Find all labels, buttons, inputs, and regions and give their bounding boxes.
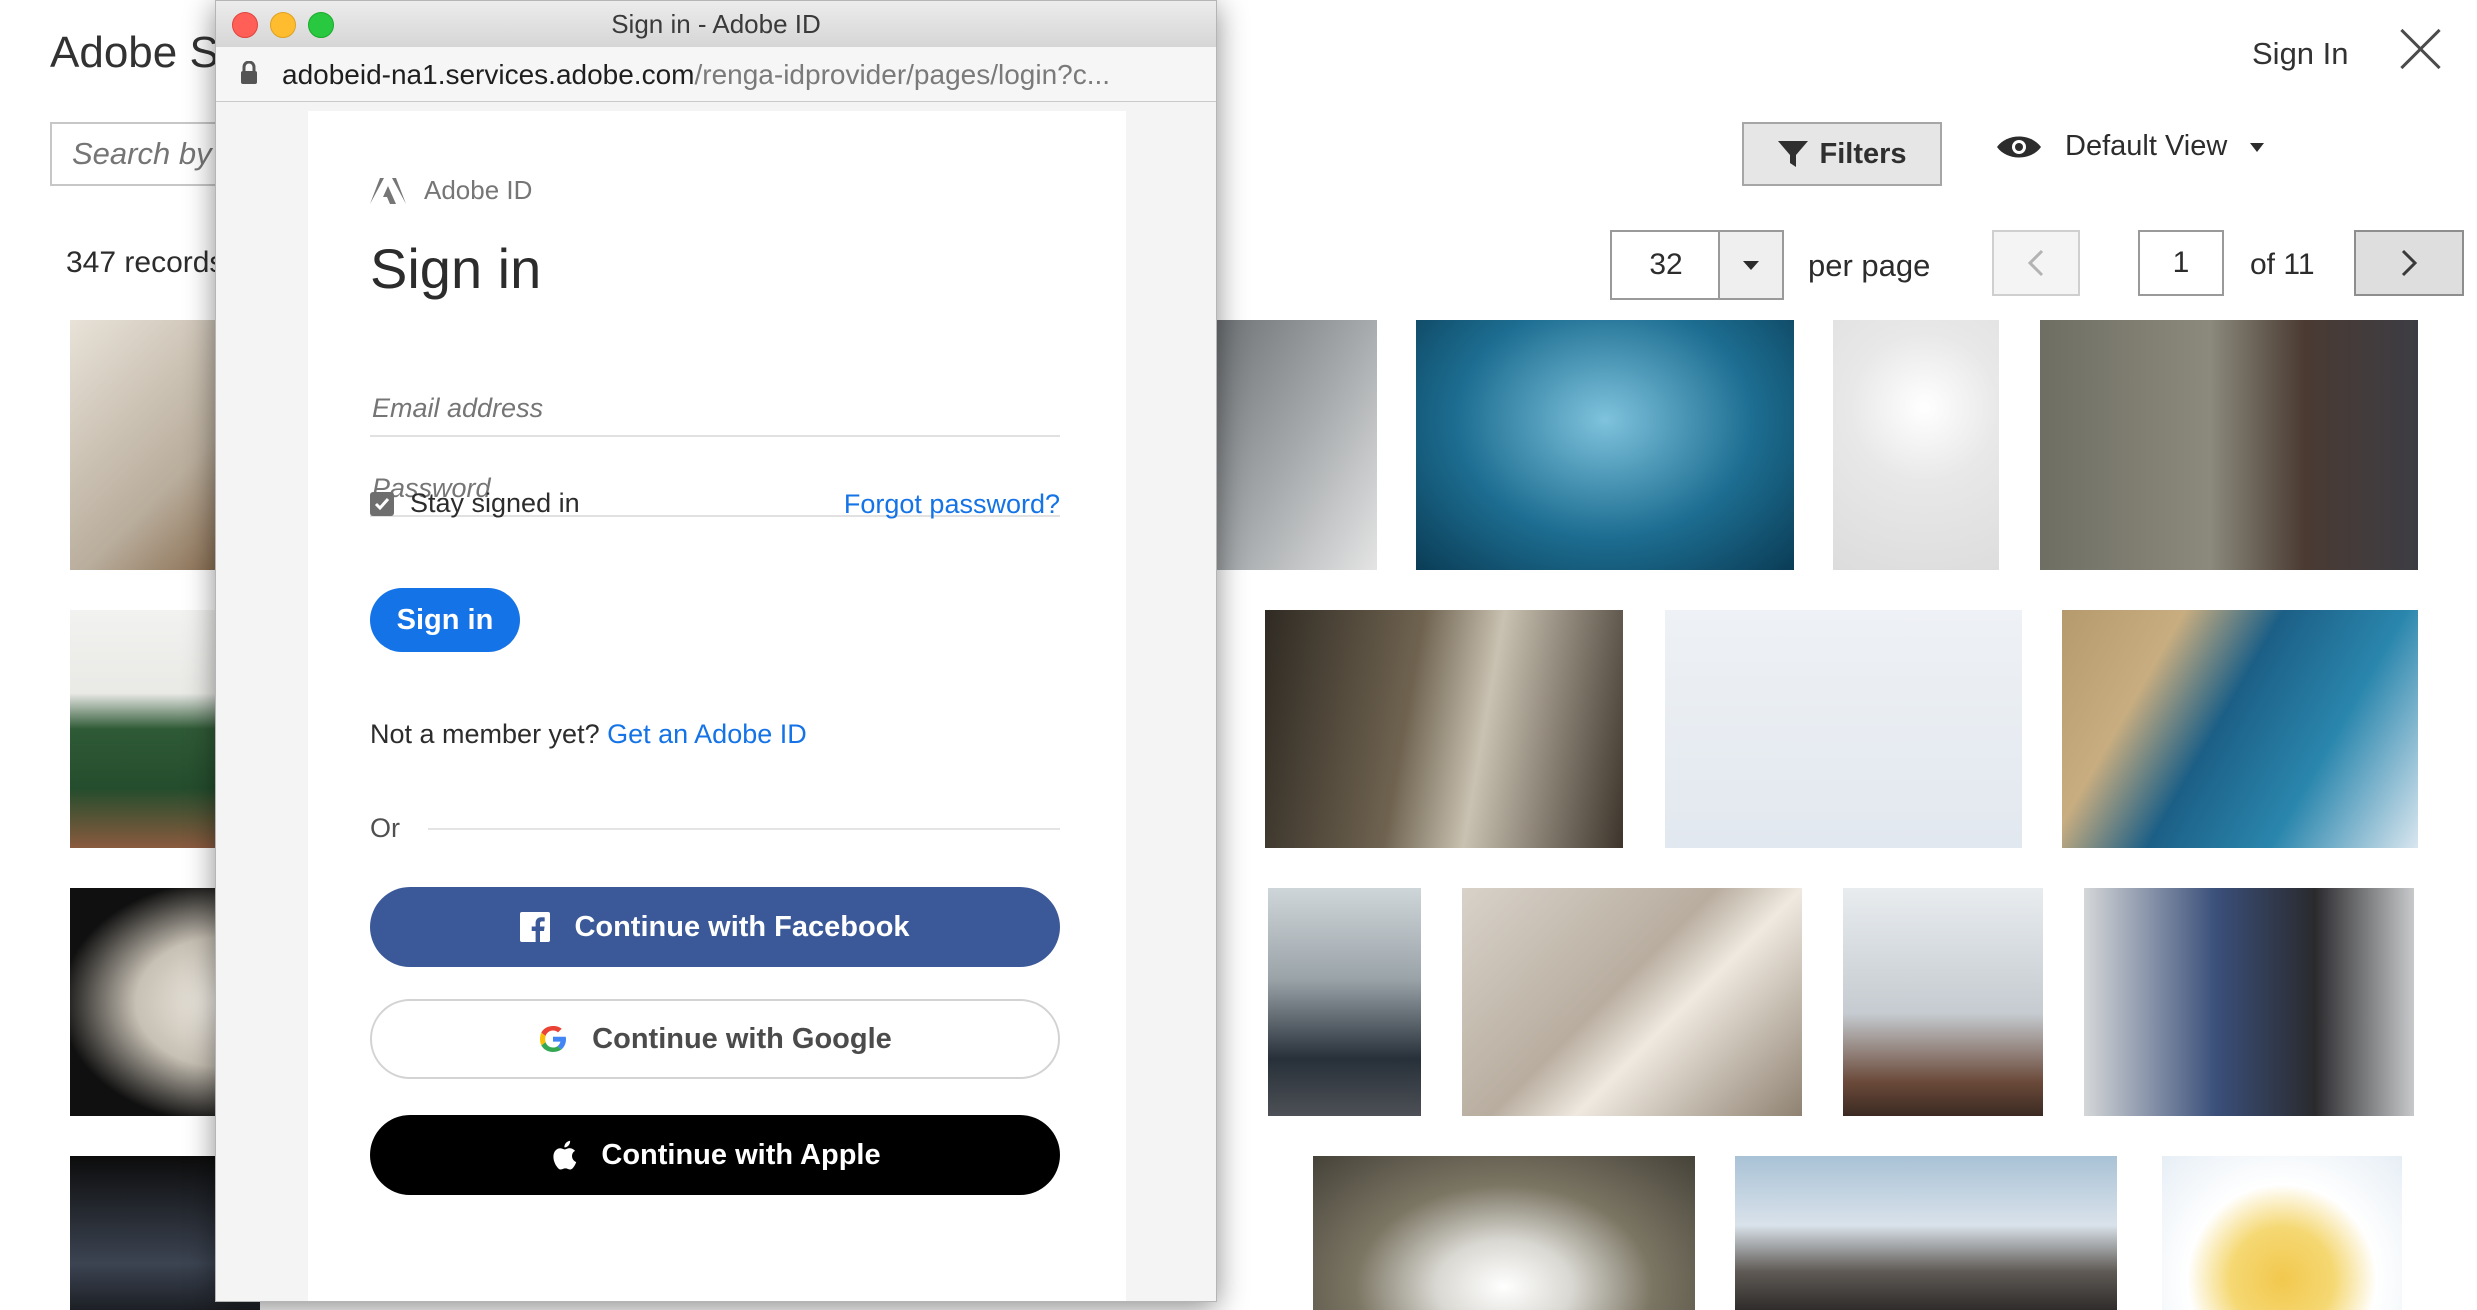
caret-down-icon [2250, 142, 2265, 152]
brand-label: Adobe ID [424, 175, 533, 205]
or-label: Or [370, 813, 400, 843]
view-label: Default View [2065, 130, 2228, 162]
sign-in-button[interactable]: Sign in [370, 588, 520, 652]
window-titlebar: Sign in - Adobe ID [216, 1, 1216, 48]
thumbnail-white-leaf[interactable] [1833, 320, 1999, 570]
url-text: adobeid-na1.services.adobe.com/renga-idp… [282, 59, 1110, 91]
thumbnail-man-portrait-office[interactable] [1268, 888, 1421, 1116]
continue-with-google-button[interactable]: Continue with Google [370, 999, 1060, 1079]
thumbnail-older-couple-kiss[interactable] [1735, 1156, 2117, 1310]
continue-with-apple-button[interactable]: Continue with Apple [370, 1115, 1060, 1195]
chevron-right-icon [2401, 249, 2418, 277]
lock-icon [241, 61, 257, 84]
view-selector[interactable]: Default View [1995, 130, 2265, 163]
google-icon [540, 1026, 567, 1052]
filters-button[interactable]: Filters [1742, 122, 1942, 186]
checkbox-checked-icon [370, 491, 394, 516]
chevron-left-icon [2027, 249, 2044, 277]
not-member-label: Not a member yet? [370, 719, 600, 749]
apple-label: Continue with Apple [601, 1138, 881, 1171]
google-label: Continue with Google [592, 1022, 892, 1055]
sign-in-popup-window: Sign in - Adobe ID adobeid-na1.services.… [215, 0, 1217, 1302]
thumbnail-soldier-hugging-child[interactable] [2040, 320, 2418, 570]
get-adobe-id-link[interactable]: Get an Adobe ID [607, 719, 807, 749]
thumbnail-kayak-on-river[interactable] [2062, 610, 2418, 848]
per-page-dropdown[interactable] [1718, 230, 1784, 300]
window-title: Sign in - Adobe ID [611, 9, 821, 39]
eye-icon [1997, 136, 2041, 157]
facebook-icon [520, 912, 551, 942]
per-page-label: per page [1808, 248, 1931, 283]
page-total: of 11 [2250, 248, 2315, 281]
filter-icon [1778, 141, 1809, 167]
thumbnail-dancing-crane[interactable] [1665, 610, 2022, 848]
url-host: adobeid-na1.services.adobe.com [282, 59, 695, 90]
address-bar: adobeid-na1.services.adobe.com/renga-idp… [216, 47, 1216, 102]
sign-in-link[interactable]: Sign In [2252, 36, 2349, 72]
close-icon[interactable] [2398, 26, 2444, 72]
adobe-id-brand: Adobe ID [370, 175, 532, 206]
thumbnail-grandmother-hugging-boy[interactable] [2084, 888, 2414, 1116]
thumbnail-ice-cave[interactable] [1416, 320, 1794, 570]
thumbnail-soup-bowl[interactable] [2162, 1156, 2402, 1310]
previous-page-button[interactable] [1992, 230, 2080, 296]
adobe-logo-icon [370, 177, 406, 204]
per-page-value[interactable]: 32 [1610, 230, 1720, 300]
or-divider: Or [370, 813, 1060, 844]
email-field[interactable] [370, 381, 1060, 437]
facebook-label: Continue with Facebook [574, 910, 910, 943]
sign-in-card: Adobe ID Sign in Stay signed in Forgot p… [308, 111, 1126, 1301]
url-path: /renga-idprovider/pages/login?c... [694, 59, 1111, 90]
continue-with-facebook-button[interactable]: Continue with Facebook [370, 887, 1060, 967]
not-member-text: Not a member yet? Get an Adobe ID [370, 719, 807, 750]
thumbnail-friends-circle-sunset[interactable] [1313, 1156, 1695, 1310]
thumbnail-girl-by-window[interactable] [1843, 888, 2043, 1116]
caret-down-icon [1743, 261, 1759, 270]
forgot-password-link[interactable]: Forgot password? [844, 489, 1060, 520]
divider-line [428, 827, 1060, 830]
sign-in-heading: Sign in [370, 237, 542, 300]
filters-label: Filters [1819, 137, 1907, 170]
stay-signed-in-checkbox[interactable]: Stay signed in [370, 488, 580, 519]
apple-icon [553, 1140, 577, 1170]
stay-signed-in-label: Stay signed in [410, 488, 580, 518]
next-page-button[interactable] [2354, 230, 2464, 296]
thumbnail-woman-reading-by-books[interactable] [1265, 610, 1623, 848]
thumbnail-grey-knit-sweater[interactable] [1217, 320, 1377, 570]
page-number-input[interactable]: 1 [2138, 230, 2224, 296]
thumbnail-cat-on-bed[interactable] [1462, 888, 1802, 1116]
